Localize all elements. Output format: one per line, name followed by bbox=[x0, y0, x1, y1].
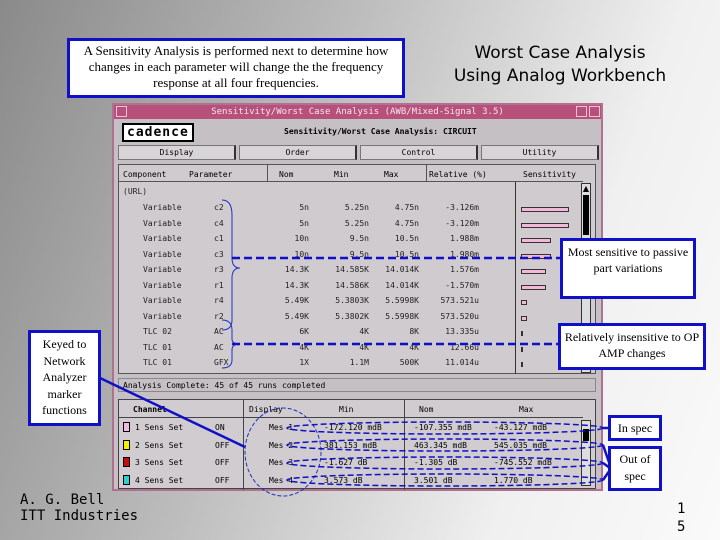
author: A. G. Bell ITT Industries bbox=[20, 492, 138, 524]
callout-insensitive: Relatively insensitive to OP AMP changes bbox=[558, 323, 706, 370]
callout-keyed: Keyed to Network Analyzer marker functio… bbox=[28, 330, 101, 426]
callout-most-sensitive: Most sensitive to passive part variation… bbox=[560, 238, 696, 299]
author-name: A. G. Bell bbox=[20, 492, 105, 508]
author-company: ITT Industries bbox=[20, 508, 139, 524]
brace-passive bbox=[221, 199, 241, 331]
page-number: 1 5 bbox=[677, 501, 686, 535]
callout-out-of-spec: Out of spec bbox=[608, 446, 662, 491]
callout-in-spec: In spec bbox=[608, 415, 662, 441]
